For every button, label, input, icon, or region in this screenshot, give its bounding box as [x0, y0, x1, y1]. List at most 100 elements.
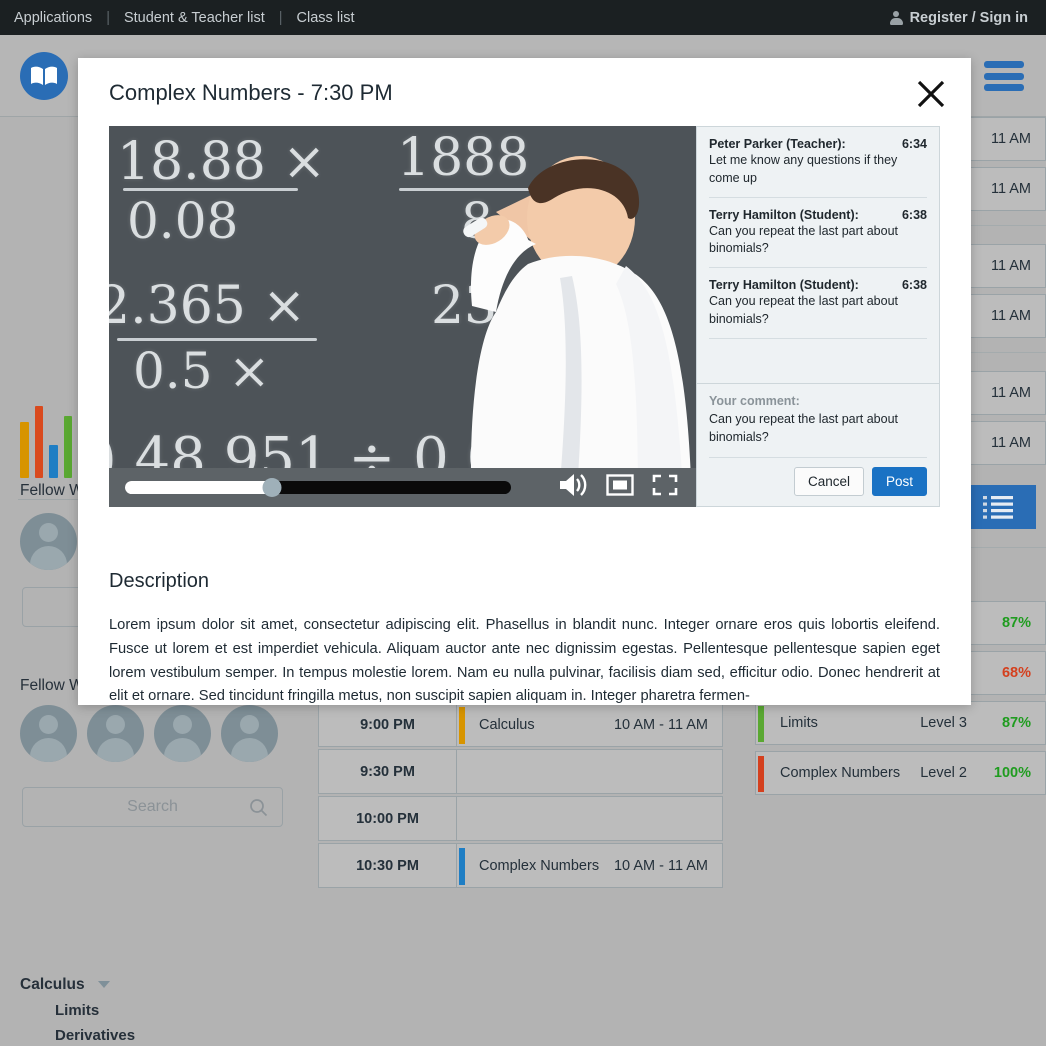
hamburger-menu-icon[interactable] [984, 61, 1024, 91]
schedule-entry [457, 749, 723, 794]
chat-message-header: Terry Hamilton (Student): 6:38 [709, 278, 927, 292]
fellow-avatars-row-1 [20, 513, 77, 570]
course-nav-tree: Calculus Limits Derivatives Algebra II C… [0, 972, 303, 1046]
cancel-button[interactable]: Cancel [793, 467, 864, 496]
video-progress-handle[interactable] [262, 478, 282, 497]
schedule-time: 9:30 PM [318, 749, 457, 794]
comment-composer-label: Your comment: [709, 393, 800, 408]
hamburger-bar [984, 84, 1024, 91]
fullscreen-icon[interactable] [652, 474, 678, 501]
video-icon-group [558, 473, 686, 502]
chat-message-header: Terry Hamilton (Student): 6:38 [709, 208, 927, 222]
lesson-modal: Complex Numbers - 7:30 PM 18.88 × 0.08 1… [78, 58, 971, 705]
user-icon [889, 10, 903, 25]
quiz-score: 68% [1001, 665, 1031, 681]
nav-link-class-list[interactable]: Class list [283, 10, 369, 26]
avatar[interactable] [20, 705, 77, 762]
nav-link-student-teacher-list[interactable]: Student & Teacher list [110, 10, 279, 26]
avatar[interactable] [87, 705, 144, 762]
schedule-time: 10:30 PM [318, 843, 457, 888]
video-progress-bar[interactable] [125, 478, 511, 497]
quiz-level: Level 2 [920, 765, 967, 781]
chat-author: Terry Hamilton (Student): [709, 207, 859, 222]
hamburger-bar [984, 61, 1024, 68]
fellow-avatars-row-2 [20, 705, 278, 762]
chat-timestamp: 6:34 [901, 137, 927, 151]
table-row[interactable]: 10:00 PM [318, 796, 723, 841]
video-controls [109, 468, 696, 507]
sidebar-item-limits[interactable]: Limits [0, 998, 303, 1023]
table-row[interactable]: 9:30 PM [318, 749, 723, 794]
quiz-name: Limits [780, 715, 818, 731]
video-progress-fill [125, 481, 272, 494]
search-placeholder: Search [127, 798, 178, 815]
register-signin-link[interactable]: Register / Sign in [889, 9, 1046, 26]
schedule-entry: Complex Numbers 10 AM - 11 AM [457, 843, 723, 888]
chat-timestamp: 6:38 [901, 278, 927, 292]
bar-2 [34, 406, 43, 478]
chat-message: Terry Hamilton (Student): 6:38 Can you rep… [709, 208, 927, 268]
sidebar-item-derivatives[interactable]: Derivatives [0, 1023, 303, 1046]
schedule-entry [457, 796, 723, 841]
quiz-level: Level 3 [920, 715, 967, 731]
chat-author: Terry Hamilton (Student): [709, 278, 859, 292]
nav-link-applications[interactable]: Applications [14, 10, 106, 26]
chat-panel: Peter Parker (Teacher): 6:34 Let me know a… [696, 126, 940, 507]
post-button[interactable]: Post [871, 467, 927, 496]
app-root: Applications | Student & Teacher list | … [0, 0, 1046, 1046]
comment-input[interactable]: Can you repeat the last part about binom… [709, 410, 927, 446]
search-icon [249, 798, 268, 822]
quiz-score: 87% [1001, 615, 1031, 631]
top-navigation-bar: Applications | Student & Teacher list | … [0, 0, 1046, 35]
bar-4 [63, 416, 72, 478]
chat-message: Peter Parker (Teacher): 6:34 Let me know a… [709, 137, 927, 198]
color-stripe [758, 756, 764, 792]
hamburger-bar [984, 72, 1024, 80]
volume-on-icon[interactable] [558, 473, 588, 502]
description-heading: Description [109, 570, 210, 592]
chat-message-header: Peter Parker (Teacher): 6:34 [709, 137, 927, 151]
quiz-row[interactable]: Complex Numbers Level 2 100% [755, 751, 1046, 795]
fellow-watchers-label-2: Fellow W [20, 677, 84, 694]
register-signin-label: Register / Sign in [909, 9, 1028, 26]
bar-chart-icon [20, 402, 72, 478]
avatar[interactable] [221, 705, 278, 762]
table-row[interactable]: 10:30 PM Complex Numbers 10 AM - 11 AM [318, 843, 723, 888]
quiz-name: Complex Numbers [780, 765, 901, 781]
comment-composer: Your comment: Can you repeat the last pa… [697, 382, 939, 506]
chat-message: Terry Hamilton (Student): 6:38 Can you rep… [709, 278, 927, 339]
open-book-logo[interactable] [20, 52, 68, 100]
schedule-time: 10:00 PM [318, 796, 457, 841]
chat-text: Let me know any questions if they come u… [709, 153, 898, 185]
schedule-subject: Complex Numbers [479, 857, 600, 874]
avatar[interactable] [20, 513, 77, 570]
schedule-subject: Calculus [479, 716, 535, 733]
bar-1 [20, 422, 29, 478]
search-input[interactable]: Search [22, 787, 283, 827]
chat-message-list: Peter Parker (Teacher): 6:34 Let me know a… [697, 127, 939, 383]
fellow-watchers-label-1: Fellow W [20, 482, 84, 499]
avatar[interactable] [154, 705, 211, 762]
chat-text: Can you repeat the last part about binom… [709, 223, 899, 256]
chat-text: Can you repeat the last part about binom… [709, 294, 899, 326]
sidebar-group-calculus[interactable]: Calculus [0, 972, 303, 998]
chat-author: Peter Parker (Teacher): [709, 137, 846, 151]
schedule-range: 10 AM - 11 AM [613, 716, 708, 733]
quiz-score: 87% [1001, 715, 1031, 731]
media-and-chat: 18.88 × 0.08 1888 8 2.365 × 23.65 0.5 × … [109, 126, 940, 507]
color-stripe [758, 706, 764, 742]
comment-actions: Cancel Post [709, 457, 927, 496]
sidebar-group-label: Calculus [20, 976, 85, 993]
color-stripe [459, 848, 465, 885]
chevron-down-icon[interactable] [97, 981, 110, 989]
schedule-range: 10 AM - 11 AM [613, 857, 708, 874]
bulleted-list-icon[interactable] [960, 485, 1036, 529]
video-player[interactable]: 18.88 × 0.08 1888 8 2.365 × 23.65 0.5 × … [109, 126, 696, 507]
teacher-illustration [463, 156, 692, 507]
close-x-icon[interactable] [913, 76, 949, 112]
chat-timestamp: 6:38 [901, 207, 927, 222]
picture-in-picture-icon[interactable] [606, 474, 634, 501]
modal-title: Complex Numbers - 7:30 PM [109, 80, 393, 105]
top-nav-links: Applications | Student & Teacher list | … [0, 10, 369, 26]
bar-3 [49, 445, 58, 478]
